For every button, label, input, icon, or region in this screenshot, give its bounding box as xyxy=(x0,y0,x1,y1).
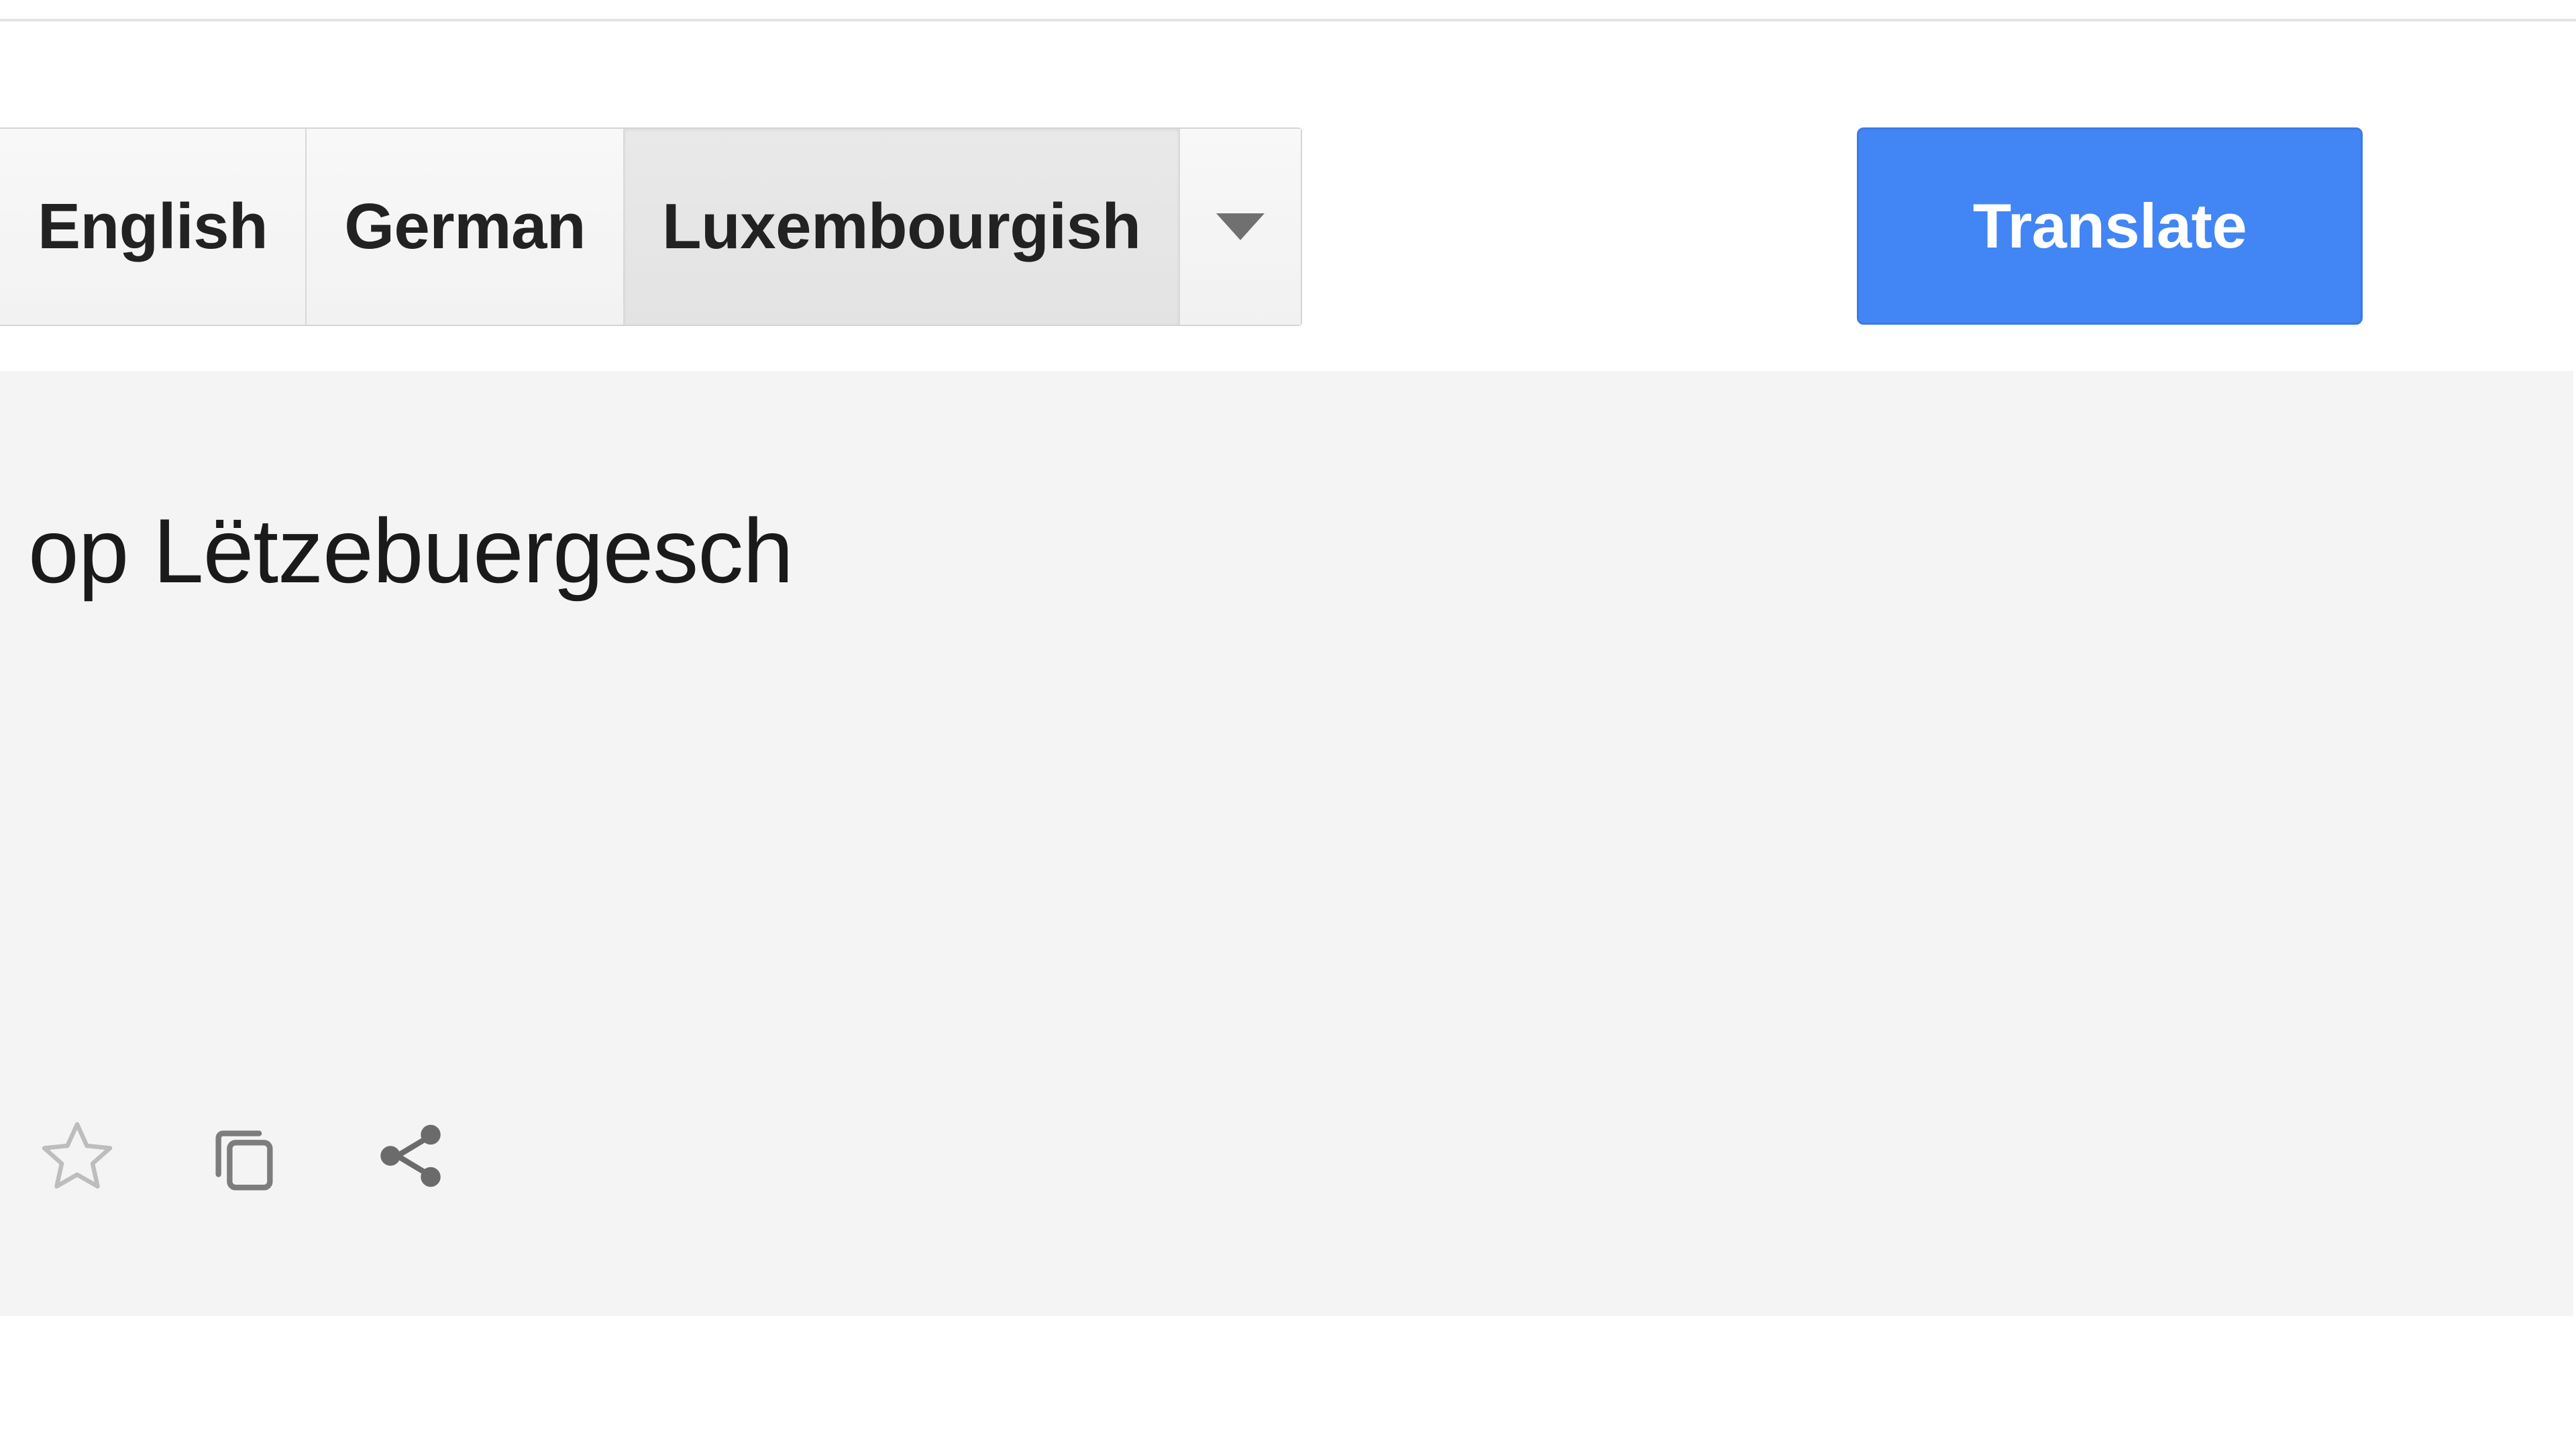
star-icon[interactable] xyxy=(37,1116,117,1196)
share-icon[interactable] xyxy=(371,1116,450,1195)
language-tab-german-label: German xyxy=(344,191,586,262)
translation-action-bar xyxy=(37,1116,450,1196)
copy-icon[interactable] xyxy=(205,1116,284,1195)
language-tab-bar: English German Luxembourgish xyxy=(0,127,1302,326)
top-divider xyxy=(0,19,2576,21)
translation-result-panel: op Lëtzebuergesch xyxy=(0,371,2573,1316)
translated-text: op Lëtzebuergesch xyxy=(28,500,794,602)
language-tab-luxembourgish-label: Luxembourgish xyxy=(662,191,1141,262)
language-tab-german[interactable]: German xyxy=(307,129,625,325)
language-dropdown-button[interactable] xyxy=(1179,129,1301,325)
language-tab-english-label: English xyxy=(38,191,268,262)
chevron-down-icon xyxy=(1216,213,1265,240)
translate-button[interactable]: Translate xyxy=(1857,127,2363,325)
language-tab-luxembourgish[interactable]: Luxembourgish xyxy=(625,129,1180,325)
translate-button-label: Translate xyxy=(1972,191,2247,261)
language-tab-english[interactable]: English xyxy=(0,129,307,325)
